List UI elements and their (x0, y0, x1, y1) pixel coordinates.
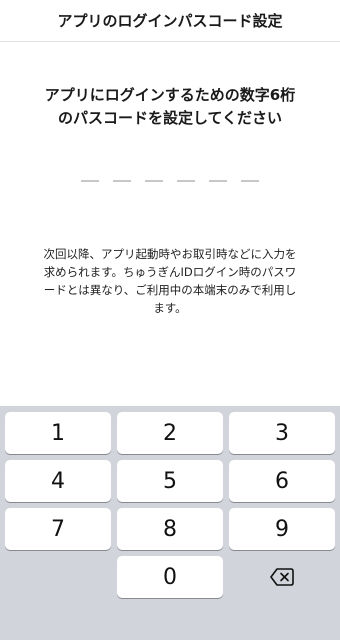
passcode-digit-slot (113, 180, 131, 182)
key-4[interactable]: 4 (5, 460, 111, 502)
key-0[interactable]: 0 (117, 556, 223, 598)
keypad-row: 7 8 9 (5, 508, 335, 550)
key-5[interactable]: 5 (117, 460, 223, 502)
key-2[interactable]: 2 (117, 412, 223, 454)
backspace-icon (270, 568, 294, 586)
passcode-digit-slot (241, 180, 259, 182)
prompt-line-1: アプリにログインするための数字6桁 (44, 86, 296, 104)
key-1[interactable]: 1 (5, 412, 111, 454)
prompt-line-2: のパスコードを設定してください (57, 109, 283, 127)
passcode-note: 次回以降、アプリ起動時やお取引時などに入力を求められます。ちゅうぎんIDログイン… (43, 247, 297, 315)
key-3[interactable]: 3 (229, 412, 335, 454)
passcode-digit-slot (81, 180, 99, 182)
passcode-digit-slot (209, 180, 227, 182)
keypad-empty-slot (5, 556, 111, 598)
passcode-digit-slot (145, 180, 163, 182)
passcode-prompt: アプリにログインするための数字6桁 のパスコードを設定してください (0, 84, 340, 130)
keypad-row: 1 2 3 (5, 412, 335, 454)
key-9[interactable]: 9 (229, 508, 335, 550)
passcode-indicator (0, 180, 340, 182)
keypad-row: 0 (5, 556, 335, 598)
key-7[interactable]: 7 (5, 508, 111, 550)
keypad-row: 4 5 6 (5, 460, 335, 502)
numeric-keypad: 1 2 3 4 5 6 7 8 9 0 (0, 406, 340, 640)
key-8[interactable]: 8 (117, 508, 223, 550)
page-title: アプリのログインパスコード設定 (0, 0, 340, 42)
delete-button[interactable] (229, 556, 335, 598)
passcode-digit-slot (177, 180, 195, 182)
key-6[interactable]: 6 (229, 460, 335, 502)
